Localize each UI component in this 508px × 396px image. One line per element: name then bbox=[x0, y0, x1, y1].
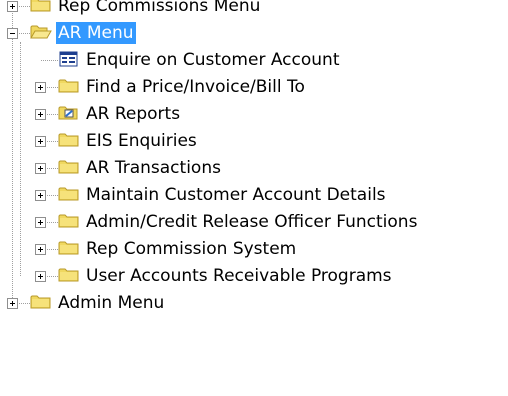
tree-item-user-accounts-receivable-programs[interactable]: User Accounts Receivable Programs bbox=[0, 263, 508, 290]
tree-item-ar-reports[interactable]: AR Reports bbox=[0, 101, 508, 128]
tree-item-find-a-price-invoice-bill-to[interactable]: Find a Price/Invoice/Bill To bbox=[0, 74, 508, 101]
tree-branch-line bbox=[20, 42, 21, 276]
tree-item-label[interactable]: Enquire on Customer Account bbox=[84, 49, 341, 71]
tree-item-label[interactable]: Rep Commission System bbox=[84, 238, 298, 260]
tree-item-label[interactable]: Rep Commissions Menu bbox=[56, 0, 262, 17]
tree-item-label[interactable]: AR Reports bbox=[84, 103, 182, 125]
folder-closed-icon bbox=[58, 77, 80, 95]
tree-item-rep-commission-system[interactable]: Rep Commission System bbox=[0, 236, 508, 263]
tree-item-eis-enquiries[interactable]: EIS Enquiries bbox=[0, 128, 508, 155]
folder-closed-icon bbox=[30, 0, 52, 14]
folder-closed-icon bbox=[58, 185, 80, 203]
folder-closed-icon bbox=[58, 131, 80, 149]
tree-item-label[interactable]: AR Transactions bbox=[84, 157, 223, 179]
expand-icon[interactable] bbox=[7, 298, 18, 309]
expand-icon[interactable] bbox=[35, 190, 46, 201]
folder-closed-icon bbox=[58, 266, 80, 284]
tree-item-label[interactable]: Maintain Customer Account Details bbox=[84, 184, 388, 206]
tree-item-maintain-customer-account-details[interactable]: Maintain Customer Account Details bbox=[0, 182, 508, 209]
tree-item-admin-credit-release-officer-functions[interactable]: Admin/Credit Release Officer Functions bbox=[0, 209, 508, 236]
expand-icon[interactable] bbox=[35, 271, 46, 282]
folder-closed-icon bbox=[58, 212, 80, 230]
folder-closed-icon bbox=[58, 158, 80, 176]
tree-item-ar-transactions[interactable]: AR Transactions bbox=[0, 155, 508, 182]
expand-icon[interactable] bbox=[35, 109, 46, 120]
expand-icon[interactable] bbox=[35, 163, 46, 174]
tree-item-label[interactable]: EIS Enquiries bbox=[84, 130, 199, 152]
tree-item-ar-menu[interactable]: AR Menu bbox=[0, 20, 508, 47]
tree-item-label[interactable]: Admin/Credit Release Officer Functions bbox=[84, 211, 419, 233]
tree-connector-line bbox=[41, 60, 58, 61]
tree-item-label[interactable]: User Accounts Receivable Programs bbox=[84, 265, 394, 287]
expand-icon[interactable] bbox=[35, 136, 46, 147]
expand-icon[interactable] bbox=[35, 82, 46, 93]
folder-closed-icon bbox=[30, 293, 52, 311]
tree-item-label[interactable]: Admin Menu bbox=[56, 292, 166, 314]
collapse-icon[interactable] bbox=[7, 28, 18, 39]
menu-tree-view[interactable]: Rep Commissions Menu AR Menu Enquire on Cu… bbox=[0, 0, 508, 396]
expand-icon[interactable] bbox=[7, 1, 18, 12]
expand-icon[interactable] bbox=[35, 217, 46, 228]
tree-item-admin-menu[interactable]: Admin Menu bbox=[0, 290, 508, 317]
report-folder-icon bbox=[58, 104, 80, 122]
folder-open-icon bbox=[30, 23, 52, 41]
tree-item-enquire-on-customer-account[interactable]: Enquire on Customer Account bbox=[0, 47, 508, 74]
expand-icon[interactable] bbox=[35, 244, 46, 255]
tree-item-rep-commissions-menu[interactable]: Rep Commissions Menu bbox=[0, 0, 508, 20]
folder-closed-icon bbox=[58, 239, 80, 257]
tree-item-label[interactable]: AR Menu bbox=[55, 21, 137, 45]
form-window-icon bbox=[58, 50, 80, 68]
tree-item-label[interactable]: Find a Price/Invoice/Bill To bbox=[84, 76, 307, 98]
